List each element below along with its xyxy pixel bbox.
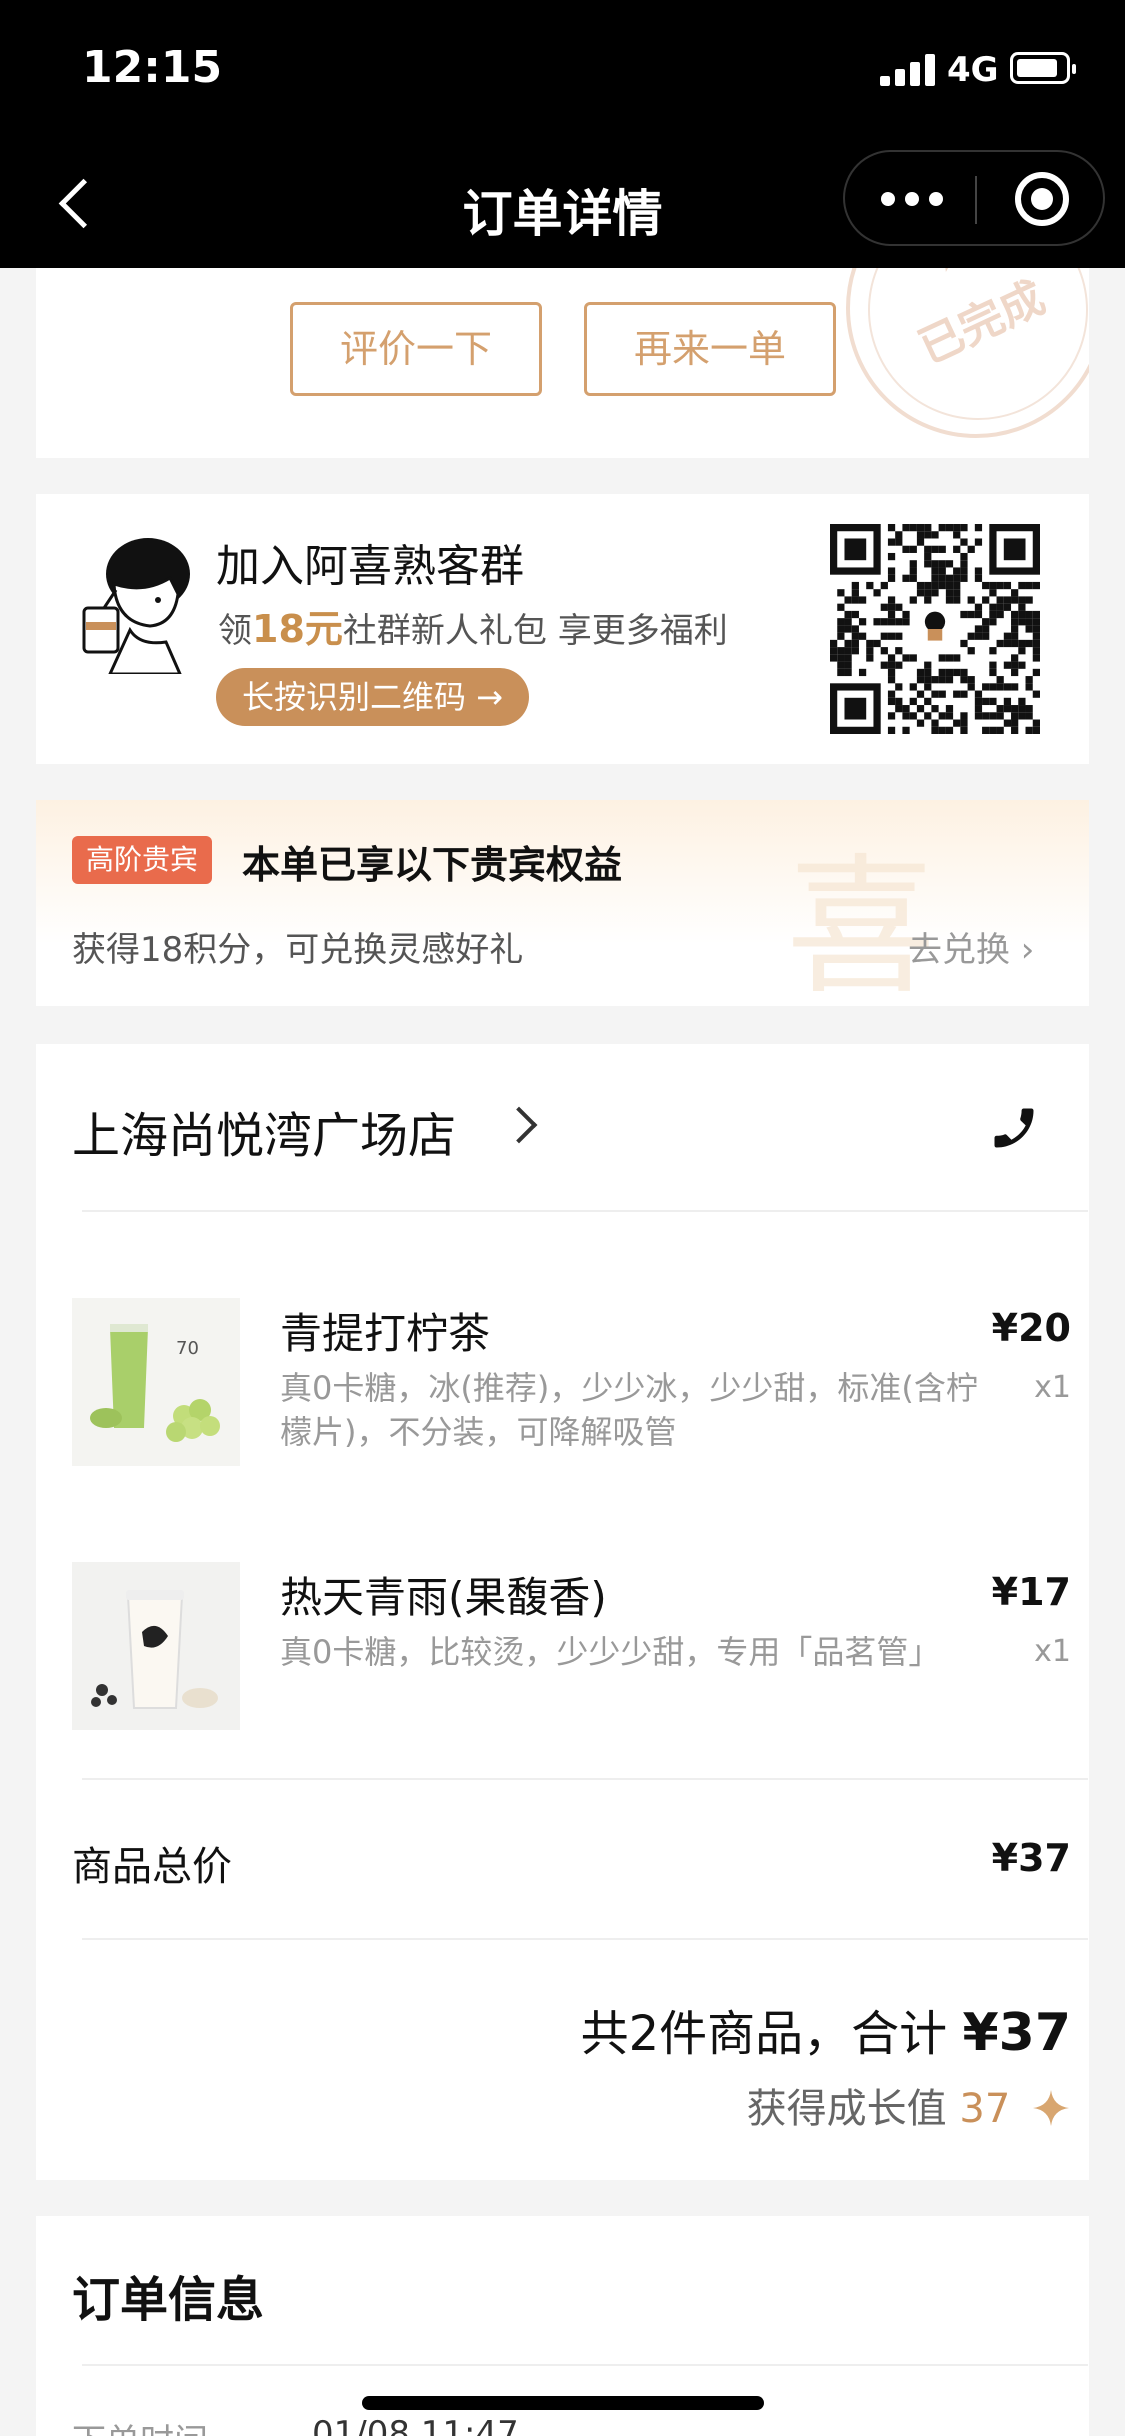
sparkle-icon [1033, 2090, 1069, 2126]
item-price: ¥17 [991, 1570, 1071, 1614]
order-time-label: 下单时间 [72, 2414, 208, 2436]
growth-value-line: 获得成长值 37 [747, 2076, 1071, 2134]
close-mini-program-icon[interactable] [1015, 172, 1069, 226]
review-button[interactable]: 评价一下 [290, 302, 542, 396]
vip-badge: 高阶贵宾 [72, 836, 213, 884]
stamp-text: 已完成 [911, 272, 1053, 375]
join-group-title: 加入阿喜熟客群 [216, 541, 524, 592]
mini-program-capsule [843, 150, 1105, 246]
item-desc: 真0卡糖，冰(推荐)，少少冰，少少甜，标准(含柠檬片)，不分装，可降解吸管 [280, 1369, 978, 1451]
store-name[interactable]: 上海尚悦湾广场店 [72, 1096, 456, 1166]
more-icon[interactable] [881, 192, 943, 208]
growth-value: 37 [959, 2086, 1011, 2132]
vip-title: 本单已享以下贵宾权益 [242, 843, 623, 887]
capsule-divider [975, 176, 977, 224]
svg-text:70: 70 [176, 1338, 199, 1359]
network-label: 4G [947, 50, 999, 90]
scan-qr-button[interactable]: 长按识别二维码 → [216, 668, 529, 726]
growth-label: 获得成长值 [746, 2086, 960, 2132]
divider [82, 1210, 1088, 1212]
item-price: ¥20 [991, 1306, 1071, 1350]
order-info-title: 订单信息 [72, 2272, 265, 2328]
item-qty: x1 [1034, 1634, 1071, 1669]
divider [82, 1938, 1088, 1940]
subtotal-value: ¥37 [991, 1836, 1071, 1880]
item-qty: x1 [1034, 1370, 1071, 1405]
item-image-hot-tea [72, 1562, 240, 1730]
reorder-button[interactable]: 再来一单 [584, 302, 836, 396]
home-indicator [362, 2396, 764, 2410]
qr-code[interactable] [830, 524, 1040, 734]
battery-icon [1010, 52, 1076, 84]
subtitle-prefix: 领 [218, 611, 252, 651]
status-time: 12:15 [82, 42, 223, 93]
item-image-green-tea: 70 [72, 1298, 240, 1466]
divider [82, 1778, 1088, 1780]
gift-amount: 18元 [252, 607, 343, 651]
xi-watermark: 喜 [786, 841, 937, 1006]
phone-icon[interactable] [988, 1102, 1040, 1154]
total-prefix: 共2件商品，合计 [580, 2006, 963, 2062]
nav-bar: 订单详情 [0, 140, 1125, 268]
signal-icon [880, 54, 936, 86]
order-total: 共2件商品，合计 ¥37 [581, 1994, 1071, 2064]
status-bar: 12:15 4G [0, 0, 1125, 140]
item-name: 热天青雨(果馥香) [280, 1573, 607, 1622]
order-detail-card: 上海尚悦湾广场店 70 青提打柠茶 ¥20 真0卡糖，冰(推荐)，少少冰，少少甜… [36, 1044, 1089, 2180]
join-group-subtitle: 领18元社群新人礼包 享更多福利 [218, 598, 728, 653]
vip-benefits-card: 喜 高阶贵宾 本单已享以下贵宾权益 获得18积分，可兑换灵感好礼 去兑换 › [36, 800, 1089, 1006]
redeem-link[interactable]: 去兑换 › [908, 922, 1034, 971]
subtotal-label: 商品总价 [72, 1844, 232, 1890]
join-group-card: 加入阿喜熟客群 领18元社群新人礼包 享更多福利 长按识别二维码 → [36, 494, 1089, 764]
total-amount: ¥37 [962, 2003, 1071, 2063]
chevron-right-icon[interactable] [500, 1106, 538, 1144]
completed-stamp: ★★★ 已完成 [846, 268, 1089, 438]
divider [82, 2364, 1088, 2366]
item-name: 青提打柠茶 [280, 1309, 491, 1358]
subtitle-suffix: 社群新人礼包 享更多福利 [342, 611, 728, 651]
item-desc: 真0卡糖，比较烫，少少少甜，专用「品茗管」 [280, 1633, 941, 1671]
vip-points-text: 获得18积分，可兑换灵感好礼 [72, 930, 524, 970]
mascot-avatar [82, 538, 190, 674]
order-actions-card: 评价一下 再来一单 ★★★ 已完成 [36, 268, 1089, 458]
order-time-value: 01/08 11:47 [312, 2414, 519, 2436]
